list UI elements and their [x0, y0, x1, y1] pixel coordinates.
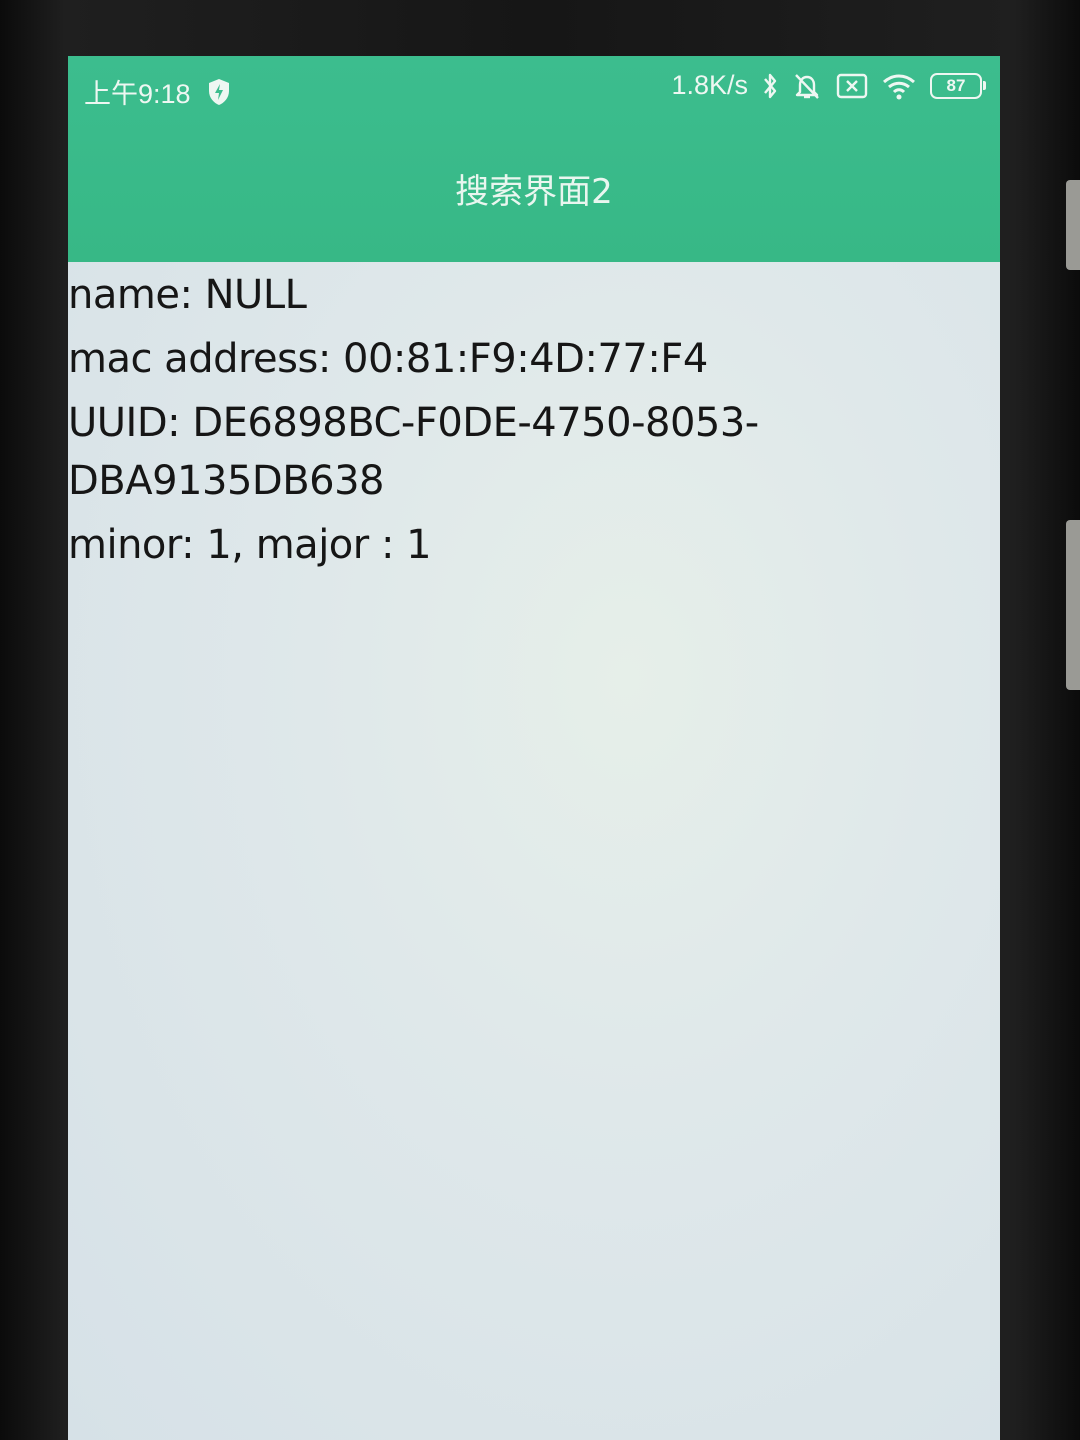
- status-right: 1.8K/s 87: [671, 70, 986, 101]
- uuid-text-line1: UUID: DE6898BC-F0DE-4750-8053-: [68, 400, 759, 446]
- network-speed: 1.8K/s: [671, 70, 748, 100]
- battery-level: 87: [946, 75, 966, 95]
- page-title: 搜索界面2: [455, 172, 613, 212]
- device-info: name: NULL mac address: 00:81:F9:4D:77:F…: [68, 266, 1000, 574]
- device-name-text: name: NULL: [68, 272, 307, 318]
- status-time: 上午9:18: [84, 79, 191, 109]
- minor-major-text: minor: 1, major : 1: [68, 522, 432, 568]
- status-bar: 上午9:18 1.8K/s 87: [68, 56, 1000, 120]
- wifi-icon: [882, 72, 916, 100]
- battery-icon: 87: [930, 72, 986, 99]
- sim-x-icon: [836, 73, 868, 99]
- mute-bell-icon: [792, 71, 822, 101]
- app-bar: 上午9:18 1.8K/s 87 搜索界面2: [68, 56, 1000, 262]
- power-button: [1066, 520, 1080, 690]
- shield-icon: [207, 78, 231, 106]
- mac-address-text: mac address: 00:81:F9:4D:77:F4: [68, 336, 708, 382]
- status-left: 上午9:18: [84, 72, 231, 111]
- phone-screen: 上午9:18 1.8K/s 87 搜索界面2 name: NULL mac ad…: [68, 56, 1000, 1440]
- volume-button: [1066, 180, 1080, 270]
- phone-frame: 上午9:18 1.8K/s 87 搜索界面2 name: NULL mac ad…: [0, 0, 1080, 1440]
- uuid-text-line2: DBA9135DB638: [68, 458, 385, 504]
- bluetooth-icon: [762, 71, 778, 101]
